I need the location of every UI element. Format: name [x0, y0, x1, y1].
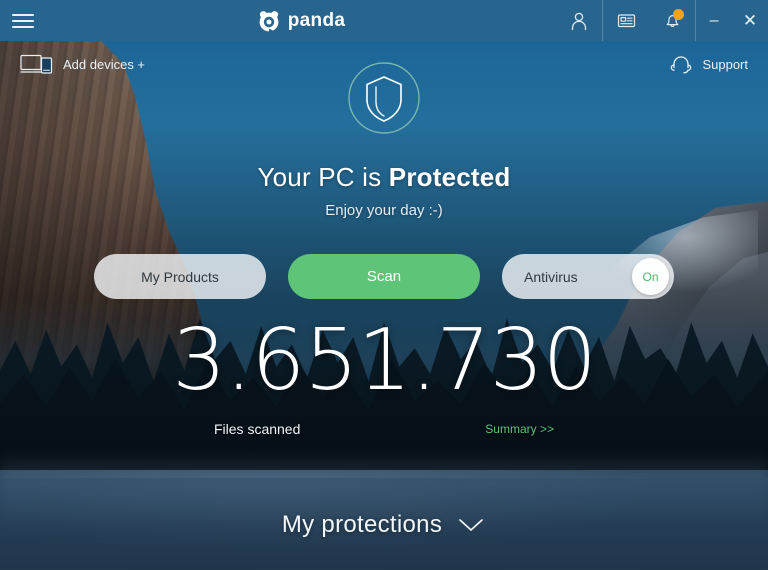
antivirus-label: Antivirus [524, 268, 578, 285]
panda-antivirus-window: panda – ✕ Add devices + Support Your PC … [0, 0, 768, 570]
status-prefix: Your PC is [257, 162, 389, 192]
add-devices-button[interactable]: Add devices + [20, 53, 145, 75]
antivirus-toggle-state[interactable]: On [632, 258, 669, 295]
files-scanned-value: 3.651.730 [172, 311, 597, 410]
protection-status-subtitle: Enjoy your day :-) [325, 202, 443, 219]
status-strong: Protected [388, 162, 511, 192]
my-products-button[interactable]: My Products [94, 254, 266, 299]
counter-meta-row: Files scanned Summary >> [214, 421, 554, 437]
panda-brand: panda [257, 9, 345, 33]
my-protections-panel[interactable]: My protections [0, 478, 768, 570]
minimize-button[interactable]: – [696, 0, 732, 41]
protection-status-title: Your PC is Protected [257, 162, 510, 193]
my-protections-label: My protections [281, 510, 443, 538]
antivirus-toggle-button[interactable]: Antivirus On [502, 254, 674, 299]
add-devices-label: Add devices + [63, 56, 146, 72]
summary-link[interactable]: Summary >> [485, 422, 554, 436]
panda-logo-icon [257, 9, 281, 33]
support-button[interactable]: Support [669, 52, 748, 76]
close-button[interactable]: ✕ [732, 0, 768, 41]
headset-support-icon [669, 52, 693, 76]
notification-bell-icon[interactable] [649, 0, 695, 41]
support-label: Support [702, 56, 748, 72]
files-scanned-counter: 3.651.730 Files scanned Summary >> [0, 318, 768, 437]
user-account-icon[interactable] [556, 0, 602, 41]
secondary-action-row: Add devices + Support [0, 41, 768, 87]
news-card-icon[interactable] [603, 0, 649, 41]
brand-wordmark: panda [287, 9, 346, 31]
titlebar-actions: – ✕ [556, 0, 768, 41]
chevron-down-icon[interactable] [456, 515, 486, 535]
files-scanned-label: Files scanned [214, 421, 301, 437]
devices-icon [20, 53, 54, 75]
primary-action-buttons: My Products Scan Antivirus On [0, 254, 768, 299]
scan-button[interactable]: Scan [288, 254, 480, 299]
hamburger-menu-icon[interactable] [0, 0, 46, 41]
notification-badge [673, 9, 685, 20]
title-bar: panda – ✕ [0, 0, 768, 41]
